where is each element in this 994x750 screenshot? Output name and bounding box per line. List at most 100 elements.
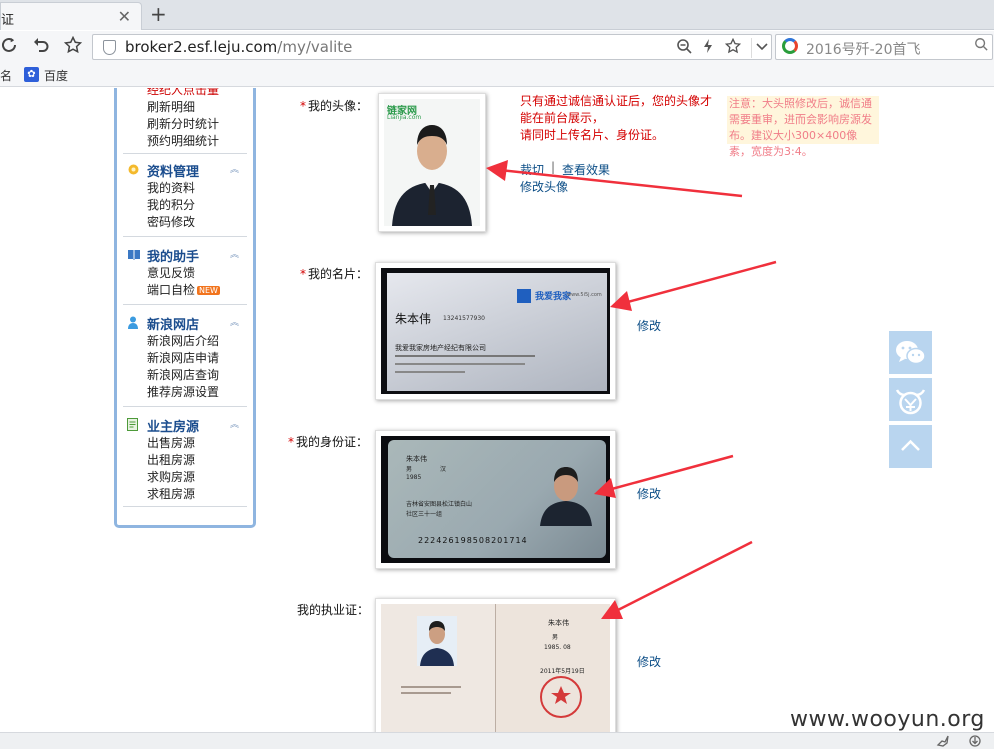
bookmark-item[interactable]: 名 — [0, 67, 12, 84]
sidebar-item[interactable]: 新浪网店查询 — [123, 367, 247, 384]
id-ethnic: 汉 — [440, 466, 447, 473]
idcard-label: * 我的身份证： — [288, 435, 369, 449]
sidebar-group-header[interactable]: 新浪网店 ︽ — [123, 313, 247, 333]
edit-avatar-link[interactable]: 修改头像 — [520, 178, 568, 195]
bookmark-bar: 名 ✿ 百度 — [0, 63, 994, 87]
sidebar-group-header[interactable]: 业主房源 ︽ — [123, 415, 247, 435]
sidebar-item[interactable]: 新浪网店申请 — [123, 350, 247, 367]
id-address-2: 社区三十一组 — [406, 511, 443, 518]
card-line — [395, 355, 535, 357]
paw-icon: ✿ — [24, 67, 39, 82]
license-birth: 1985. 08 — [544, 644, 571, 651]
undo-icon[interactable] — [32, 36, 50, 59]
star-icon[interactable] — [63, 35, 83, 59]
avatar-notice-1: 只有通过诚信通认证后，您的头像才 — [520, 94, 713, 108]
license-line — [401, 692, 451, 694]
sidebar-item[interactable]: 预约明细统计 — [123, 133, 247, 153]
collapse-icon[interactable]: ︽ — [230, 162, 239, 175]
sidebar-item[interactable]: 我的资料 — [123, 180, 247, 197]
sidebar-item[interactable]: 出售房源 — [123, 435, 247, 452]
sidebar-item[interactable]: 密码修改 — [123, 214, 247, 236]
shield-icon — [103, 40, 116, 55]
refresh-icon[interactable] — [0, 36, 18, 59]
sidebar-item-port-check[interactable]: 端口自检 NEW — [123, 282, 247, 304]
crop-link[interactable]: 裁切 — [520, 161, 544, 178]
collapse-icon[interactable]: ︽ — [230, 417, 239, 430]
url-text[interactable]: broker2.esf.leju.com/my/valite — [125, 38, 352, 56]
chevron-down-icon[interactable] — [751, 38, 768, 58]
back-to-top-button[interactable] — [889, 425, 932, 468]
weibo-button[interactable] — [889, 378, 932, 421]
collapse-icon[interactable]: ︽ — [230, 247, 239, 260]
license-label: 我的执业证： — [297, 603, 370, 617]
sidebar-item[interactable]: 求购房源 — [123, 469, 247, 486]
edit-license-link[interactable]: 修改 — [637, 653, 661, 670]
business-card-photo[interactable]: 我爱我家 www.5i5j.com 朱本伟 13241577930 我爱我家房地… — [375, 262, 616, 400]
avatar-label: * 我的头像： — [300, 99, 369, 113]
sidebar: 经纪人点击量 刷新明细 刷新分时统计 预约明细统计 资料管理 ︽ 我的资料 我的… — [114, 88, 256, 528]
sidebar-group-header[interactable]: 资料管理 ︽ — [123, 160, 247, 180]
card-label: * 我的名片： — [300, 267, 369, 281]
sidebar-item[interactable]: 新浪网店介绍 — [123, 333, 247, 350]
sidebar-item[interactable]: 出租房源 — [123, 452, 247, 469]
collapse-icon[interactable]: ︽ — [230, 315, 239, 328]
search-input[interactable]: 2016号歼-20首飞 — [806, 39, 921, 59]
bird-icon[interactable] — [936, 734, 950, 750]
id-name: 朱本伟 — [406, 455, 427, 463]
avatar-notice-2: 能在前台展示， — [520, 111, 605, 125]
license-left-page — [381, 604, 495, 732]
download-icon[interactable] — [968, 734, 982, 750]
new-tab-button[interactable]: + — [150, 2, 167, 26]
address-bar[interactable]: broker2.esf.leju.com/my/valite — [92, 34, 772, 60]
sidebar-group-owner-listings: 业主房源 ︽ 出售房源 出租房源 求购房源 求租房源 — [123, 415, 247, 507]
id-gender: 男 — [406, 466, 413, 473]
link-separator: | — [551, 160, 556, 174]
edit-card-link[interactable]: 修改 — [637, 317, 661, 334]
sidebar-item[interactable]: 经纪人点击量 — [123, 88, 247, 99]
id-birth: 1985 — [406, 474, 422, 481]
watermark: www.wooyun.org — [790, 707, 985, 732]
edit-idcard-link[interactable]: 修改 — [637, 485, 661, 502]
license-photo[interactable]: 朱本伟 男 1985. 08 2011年5月19日 — [375, 598, 616, 738]
sidebar-item[interactable]: 意见反馈 — [123, 265, 247, 282]
license-gender: 男 — [552, 634, 559, 641]
sidebar-item[interactable]: 刷新分时统计 — [123, 116, 247, 133]
zoom-icon[interactable] — [676, 38, 692, 58]
browser-toolbar: broker2.esf.leju.com/my/valite 2016号歼-20… — [0, 31, 994, 63]
id-card-photo[interactable]: 朱本伟 男 汉 1985 吉林省安图县松江镇白山 社区三十一组 22242619… — [375, 430, 616, 569]
search-icon[interactable] — [974, 37, 988, 55]
browser-tab[interactable]: 证 ✕ — [0, 2, 142, 30]
sidebar-group-sina-shop: 新浪网店 ︽ 新浪网店介绍 新浪网店申请 新浪网店查询 推荐房源设置 — [123, 313, 247, 407]
gold-icon — [127, 163, 140, 179]
sidebar-group-header[interactable]: 我的助手 ︽ — [123, 245, 247, 265]
sidebar-group-assistant: 我的助手 ︽ 意见反馈 端口自检 NEW — [123, 245, 247, 305]
bookmark-star-icon[interactable] — [724, 37, 742, 58]
sidebar-item[interactable]: 刷新明细 — [123, 99, 247, 116]
avatar-photo[interactable]: 链家网 Lianjia.com — [378, 93, 486, 232]
sidebar-group-title: 业主房源 — [147, 420, 200, 435]
book-icon — [127, 248, 141, 263]
license-right-page: 朱本伟 男 1985. 08 2011年5月19日 — [496, 604, 610, 732]
card-company: 我爱我家房地产经纪有限公司 — [395, 344, 486, 352]
license-portrait — [417, 616, 457, 666]
card-surface: 我爱我家 www.5i5j.com 朱本伟 13241577930 我爱我家房地… — [387, 273, 607, 391]
sidebar-group-title: 资料管理 — [147, 165, 200, 180]
sidebar-item[interactable]: 推荐房源设置 — [123, 384, 247, 406]
bull-icon — [895, 389, 926, 415]
tab-close-icon[interactable]: ✕ — [118, 7, 131, 26]
sidebar-item[interactable]: 我的积分 — [123, 197, 247, 214]
avatar-note: 注意：大头照修改后，诚信通需要重审，进而会影响房源发布。建议大小300×400像… — [727, 96, 879, 158]
sidebar-group-profile: 资料管理 ︽ 我的资料 我的积分 密码修改 — [123, 160, 247, 237]
sidebar-item[interactable]: 求租房源 — [123, 486, 247, 506]
search-bar[interactable]: 2016号歼-20首飞 — [775, 34, 993, 60]
card-line — [395, 371, 465, 373]
card-phone: 13241577930 — [443, 315, 485, 322]
lightning-icon[interactable] — [702, 38, 714, 58]
id-address: 吉林省安图县松江镇白山 — [406, 501, 473, 508]
wechat-button[interactable] — [889, 331, 932, 374]
wechat-icon — [896, 341, 926, 365]
avatar-portrait — [392, 125, 472, 226]
preview-link[interactable]: 查看效果 — [562, 161, 610, 178]
card-name: 朱本伟 — [395, 312, 432, 326]
bookmark-item-baidu[interactable]: 百度 — [44, 67, 68, 84]
